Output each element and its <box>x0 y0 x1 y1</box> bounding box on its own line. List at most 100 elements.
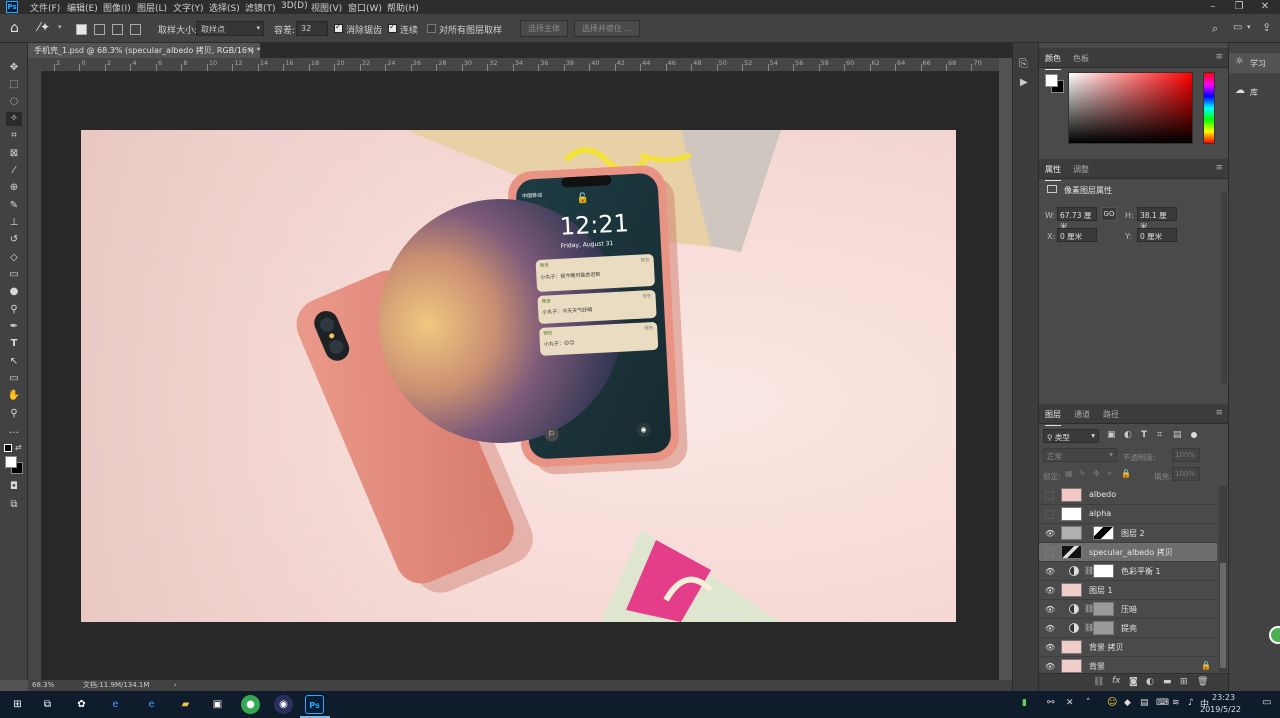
libraries-panel-button[interactable]: ☁ 库 <box>1229 82 1280 102</box>
layer-row[interactable]: 👁 ⛓ 压暗 <box>1039 600 1217 619</box>
actions-panel-icon[interactable]: ▶ <box>1020 77 1028 88</box>
select-subject-button[interactable]: 选择主体 <box>520 20 568 37</box>
layer-row[interactable]: 👁 ⛓ 提亮 <box>1039 619 1217 638</box>
tray-app-icon[interactable]: ☺ <box>1107 697 1117 708</box>
healing-brush-tool-icon[interactable]: ⊕ <box>6 181 22 195</box>
menu-image[interactable]: 图像(I) <box>103 1 131 14</box>
crop-tool-icon[interactable]: ⌗ <box>6 129 22 143</box>
photoshop-taskbar-icon[interactable]: Ps <box>305 695 324 714</box>
menu-file[interactable]: 文件(F) <box>30 1 60 14</box>
zoom-tool-icon[interactable]: ⚲ <box>6 407 22 421</box>
maximize-icon[interactable]: ❐ <box>1226 0 1252 14</box>
tab-paths[interactable]: 路径 <box>1103 409 1119 420</box>
path-selection-tool-icon[interactable]: ↖ <box>6 355 22 369</box>
chevron-up-icon[interactable]: ˄ <box>1086 698 1091 708</box>
lasso-tool-icon[interactable]: ◌ <box>6 95 22 109</box>
magic-wand-tool-icon[interactable]: ⁄✦ <box>38 20 50 34</box>
history-panel-icon[interactable]: ⎘ <box>1019 57 1028 71</box>
magic-wand-tool-icon[interactable]: ✧ <box>6 112 22 126</box>
edge-browser-icon[interactable]: e <box>142 695 161 714</box>
layer-filter-select[interactable]: ⚲ 类型 ▾ <box>1043 429 1099 443</box>
hand-tool-icon[interactable]: ✋ <box>6 389 22 403</box>
filter-pixel-icon[interactable]: ▣ <box>1107 430 1116 440</box>
tab-adjustments[interactable]: 调整 <box>1073 164 1089 175</box>
tray-icon[interactable]: ▤ <box>1140 698 1149 708</box>
menu-3d[interactable]: 3D(D) <box>281 1 308 11</box>
sample-size-select[interactable]: 取样点 ▾ <box>196 21 264 36</box>
windows-start-icon[interactable]: ⊞ <box>8 695 27 714</box>
layer-row[interactable]: albedo <box>1039 486 1217 505</box>
layer-mask-thumbnail[interactable] <box>1093 564 1114 578</box>
frame-tool-icon[interactable]: ⊠ <box>6 147 22 161</box>
layer-row[interactable]: specular_albedo 拷贝 <box>1039 543 1217 562</box>
new-group-icon[interactable]: ▬ <box>1163 677 1172 687</box>
move-tool-icon[interactable]: ✥ <box>6 61 22 75</box>
visibility-toggle[interactable] <box>1045 491 1054 500</box>
menu-type[interactable]: 文字(Y) <box>173 1 204 14</box>
width-input[interactable]: 67.73 厘米 <box>1057 207 1097 231</box>
eye-icon[interactable]: 👁 <box>1045 529 1055 538</box>
default-colors-icon[interactable] <box>4 444 12 452</box>
antialias-checkbox[interactable] <box>334 22 343 33</box>
gradient-tool-icon[interactable]: ▭ <box>6 268 22 282</box>
filter-shape-icon[interactable]: ⌗ <box>1157 430 1162 440</box>
contiguous-checkbox[interactable] <box>388 22 397 33</box>
clock-date[interactable]: 2019/5/22 <box>1200 705 1241 714</box>
fill-input[interactable]: 100% <box>1172 467 1200 481</box>
browser-icon[interactable]: ● <box>241 695 260 714</box>
learn-panel-button[interactable]: ☼ 学习 <box>1229 53 1280 73</box>
share-icon[interactable]: ⇪ <box>1262 21 1271 34</box>
new-layer-icon[interactable]: ⊞ <box>1180 677 1188 687</box>
layer-row[interactable]: 👁 背景 拷贝 <box>1039 638 1217 657</box>
dodge-tool-icon[interactable]: ⚲ <box>6 303 22 317</box>
chevron-down-icon[interactable]: ▾ <box>1247 23 1251 31</box>
layer-row[interactable]: 👁 图层 2 <box>1039 524 1217 543</box>
select-and-mask-button[interactable]: 选择并遮住 ... <box>574 20 640 37</box>
fx-icon[interactable]: fx <box>1112 676 1121 686</box>
zoom-level[interactable]: 68.3% <box>32 680 54 691</box>
notifications-icon[interactable]: ▭ <box>1262 697 1271 708</box>
layer-row[interactable]: 👁 图层 1 <box>1039 581 1217 600</box>
tolerance-input[interactable]: 32 <box>296 21 328 36</box>
eye-icon[interactable]: 👁 <box>1045 605 1055 614</box>
clone-stamp-tool-icon[interactable]: ⊥ <box>6 216 22 230</box>
chevron-down-icon[interactable]: ▾ <box>58 23 62 31</box>
menu-select[interactable]: 选择(S) <box>209 1 240 14</box>
tab-channels[interactable]: 通道 <box>1074 409 1090 420</box>
panel-menu-icon[interactable]: ≡ <box>1215 52 1223 62</box>
properties-scrollbar[interactable] <box>1221 193 1227 383</box>
battery-icon[interactable]: ▮ <box>1022 698 1027 708</box>
store-icon[interactable]: ▣ <box>208 695 227 714</box>
filter-toggle-icon[interactable] <box>1191 432 1197 438</box>
layers-scrollbar-thumb[interactable] <box>1220 563 1226 668</box>
eye-icon[interactable]: 👁 <box>1045 624 1055 633</box>
lock-transparency-icon[interactable]: ▦ <box>1065 469 1073 478</box>
system-icon[interactable]: ✕ <box>1066 698 1074 708</box>
add-selection-icon[interactable] <box>94 24 105 35</box>
brush-tool-icon[interactable]: ✎ <box>6 199 22 213</box>
link-layers-icon[interactable]: ⛓ <box>1093 677 1104 687</box>
height-input[interactable]: 38.1 厘米 <box>1137 207 1177 231</box>
pen-tool-icon[interactable]: ✒ <box>6 320 22 334</box>
panel-menu-icon[interactable]: ≡ <box>1215 408 1223 418</box>
ruler-origin[interactable] <box>28 58 42 72</box>
tray-icon[interactable]: ◆ <box>1124 698 1131 708</box>
link-dimensions-icon[interactable]: GO <box>1101 207 1117 221</box>
tab-properties[interactable]: 属性 <box>1045 164 1061 181</box>
x-input[interactable]: 0 厘米 <box>1057 228 1097 242</box>
tab-color[interactable]: 颜色 <box>1045 53 1061 70</box>
add-mask-icon[interactable]: ◙ <box>1129 677 1138 687</box>
subtract-selection-icon[interactable] <box>112 24 123 35</box>
blur-tool-icon[interactable]: ● <box>6 285 22 299</box>
close-icon[interactable]: ✕ <box>1252 0 1278 14</box>
marquee-tool-icon[interactable]: ⬚ <box>6 78 22 92</box>
menu-view[interactable]: 视图(V) <box>311 1 342 14</box>
search-icon[interactable]: ⌕ <box>1212 22 1218 36</box>
status-menu-arrow[interactable]: › <box>174 680 177 691</box>
eye-icon[interactable]: 👁 <box>1045 643 1055 652</box>
lock-position-icon[interactable]: ✥ <box>1093 469 1100 478</box>
blend-mode-select[interactable]: 正常 ▾ <box>1043 448 1117 462</box>
eye-icon[interactable]: 👁 <box>1045 567 1055 576</box>
lock-all-icon[interactable]: 🔒 <box>1121 469 1131 478</box>
eyedropper-tool-icon[interactable]: ⁄ <box>6 164 22 178</box>
